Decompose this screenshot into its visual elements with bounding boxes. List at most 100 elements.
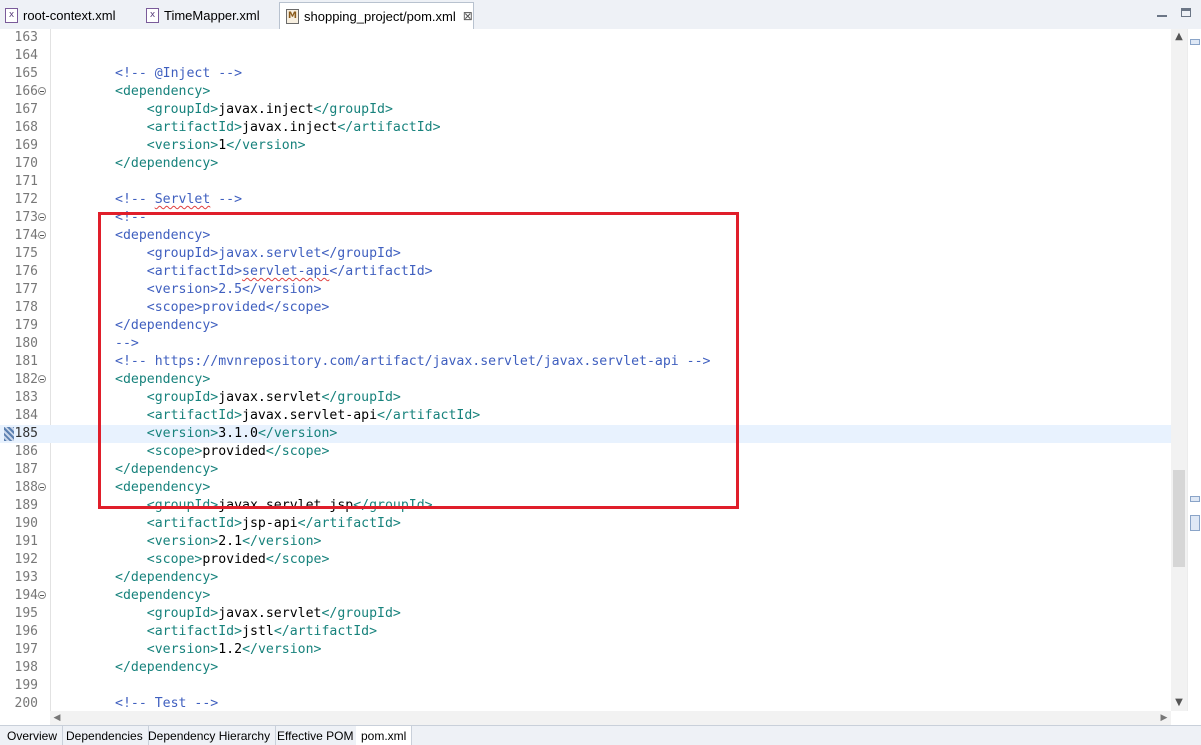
code-line[interactable]: 173 <!-- (0, 209, 1171, 227)
code-line[interactable]: 167 <groupId>javax.inject</groupId> (0, 101, 1171, 119)
code-line[interactable]: 194 <dependency> (0, 587, 1171, 605)
code-line[interactable]: 185 <version>3.1.0</version> (0, 425, 1171, 443)
code-line[interactable]: 196 <artifactId>jstl</artifactId> (0, 623, 1171, 641)
code-line[interactable]: 179 </dependency> (0, 317, 1171, 335)
tab-timemapper[interactable]: x TimeMapper.xml (146, 2, 260, 28)
change-marker-icon (4, 427, 14, 441)
xml-tag: <groupId> (146, 606, 219, 621)
fold-toggle-icon[interactable] (38, 483, 46, 491)
xml-tag: </version> (242, 534, 322, 549)
code-text: <dependency> (115, 227, 210, 245)
code-line[interactable]: 188 <dependency> (0, 479, 1171, 497)
code-line[interactable]: 174 <dependency> (0, 227, 1171, 245)
tab-effective-pom[interactable]: Effective POM (272, 726, 360, 745)
code-line[interactable]: 191 <version>2.1</version> (0, 533, 1171, 551)
editor-tab-bar: x root-context.xml x TimeMapper.xml M sh… (0, 0, 1201, 30)
code-text: <groupId>javax.servlet.jsp</groupId> (115, 497, 433, 515)
tab-overview[interactable]: Overview (2, 726, 64, 745)
fold-toggle-icon[interactable] (38, 375, 46, 383)
code-line[interactable]: 193 </dependency> (0, 569, 1171, 587)
code-line[interactable]: 189 <groupId>javax.servlet.jsp</groupId> (0, 497, 1171, 515)
code-line[interactable]: 163 (0, 29, 1171, 47)
code-line[interactable]: 178 <scope>provided</scope> (0, 299, 1171, 317)
xml-text: provided (202, 444, 266, 459)
tab-pom-xml[interactable]: M shopping_project/pom.xml ⊠ (279, 2, 474, 29)
xml-comment: --> (210, 192, 243, 207)
xml-tag: </groupId> (313, 102, 393, 117)
code-text: <artifactId>jsp-api</artifactId> (115, 515, 401, 533)
code-line[interactable]: 180 --> (0, 335, 1171, 353)
code-line[interactable]: 176 <artifactId>servlet-api</artifactId> (0, 263, 1171, 281)
tab-label: root-context.xml (23, 7, 116, 23)
code-text: <!-- Servlet --> (115, 191, 242, 209)
code-text: <version>1</version> (115, 137, 306, 155)
code-line[interactable]: 165 <!-- @Inject --> (0, 65, 1171, 83)
code-text: <dependency> (115, 83, 210, 101)
code-line[interactable]: 169 <version>1</version> (0, 137, 1171, 155)
fold-toggle-icon[interactable] (38, 87, 46, 95)
code-line[interactable]: 186 <scope>provided</scope> (0, 443, 1171, 461)
code-line[interactable]: 171 (0, 173, 1171, 191)
horizontal-scrollbar[interactable]: ◀ ▶ (50, 711, 1171, 725)
code-line[interactable]: 190 <artifactId>jsp-api</artifactId> (0, 515, 1171, 533)
code-text: </dependency> (115, 155, 218, 173)
fold-toggle-icon[interactable] (38, 591, 46, 599)
overview-marker[interactable] (1190, 515, 1200, 531)
code-line[interactable]: 170 </dependency> (0, 155, 1171, 173)
line-number: 175 (14, 246, 38, 261)
xml-tag: </version> (257, 426, 338, 441)
tab-dependencies[interactable]: Dependencies (61, 726, 149, 745)
code-line[interactable]: 172 <!-- Servlet --> (0, 191, 1171, 209)
fold-toggle-icon[interactable] (38, 231, 46, 239)
code-line[interactable]: 195 <groupId>javax.servlet</groupId> (0, 605, 1171, 623)
xml-tag: </version> (242, 642, 322, 657)
code-text: <groupId>javax.inject</groupId> (115, 101, 393, 119)
tab-root-context[interactable]: x root-context.xml (5, 2, 115, 28)
code-line[interactable]: 168 <artifactId>javax.inject</artifactId… (0, 119, 1171, 137)
code-line[interactable]: 199 (0, 677, 1171, 695)
scroll-up-icon[interactable]: ▲ (1171, 29, 1187, 45)
code-line[interactable]: 192 <scope>provided</scope> (0, 551, 1171, 569)
tab-dependency-hierarchy[interactable]: Dependency Hierarchy (143, 726, 277, 745)
xml-text: provided (202, 552, 266, 567)
maximize-button[interactable] (1179, 6, 1193, 19)
code-line[interactable]: 184 <artifactId>javax.servlet-api</artif… (0, 407, 1171, 425)
code-line[interactable]: 182 <dependency> (0, 371, 1171, 389)
vertical-scrollbar[interactable]: ▲ ▼ (1171, 29, 1187, 711)
code-text: <scope>provided</scope> (115, 551, 330, 569)
xml-tag: <groupId> (146, 102, 219, 117)
xml-comment: --> (115, 336, 139, 351)
code-line[interactable]: 175 <groupId>javax.servlet</groupId> (0, 245, 1171, 263)
close-tab-icon[interactable]: ⊠ (463, 9, 473, 23)
code-line[interactable]: 187 </dependency> (0, 461, 1171, 479)
xml-text: javax.inject (242, 120, 338, 135)
overview-marker[interactable] (1190, 496, 1200, 502)
line-number: 180 (14, 336, 38, 351)
xml-tag: </scope> (265, 444, 330, 459)
line-number: 173 (14, 210, 38, 225)
overview-marker[interactable] (1190, 39, 1200, 45)
code-line[interactable]: 164 (0, 47, 1171, 65)
code-line[interactable]: 166 <dependency> (0, 83, 1171, 101)
minimize-button[interactable] (1155, 6, 1169, 19)
code-line[interactable]: 198 </dependency> (0, 659, 1171, 677)
window-controls (1155, 6, 1193, 19)
scroll-down-icon[interactable]: ▼ (1171, 695, 1187, 711)
scrollbar-thumb[interactable] (1173, 470, 1185, 567)
line-number: 186 (14, 444, 38, 459)
code-text: <scope>provided</scope> (115, 443, 330, 461)
code-line[interactable]: 181 <!-- https://mvnrepository.com/artifa… (0, 353, 1171, 371)
tab-pom-xml-source[interactable]: pom.xml (356, 726, 413, 745)
scroll-right-icon[interactable]: ▶ (1157, 711, 1171, 725)
maven-pom-icon: M (286, 8, 299, 24)
line-number: 166 (14, 84, 38, 99)
fold-toggle-icon[interactable] (38, 213, 46, 221)
line-number: 172 (14, 192, 38, 207)
scroll-left-icon[interactable]: ◀ (50, 711, 64, 725)
code-line[interactable]: 197 <version>1.2</version> (0, 641, 1171, 659)
code-line[interactable]: 183 <groupId>javax.servlet</groupId> (0, 389, 1171, 407)
code-line[interactable]: 200 <!-- Test --> (0, 695, 1171, 711)
code-line[interactable]: 177 <version>2.5</version> (0, 281, 1171, 299)
code-editor[interactable]: 163 164 165 <!-- @Inject --> 166 <dependency>… (0, 29, 1171, 711)
